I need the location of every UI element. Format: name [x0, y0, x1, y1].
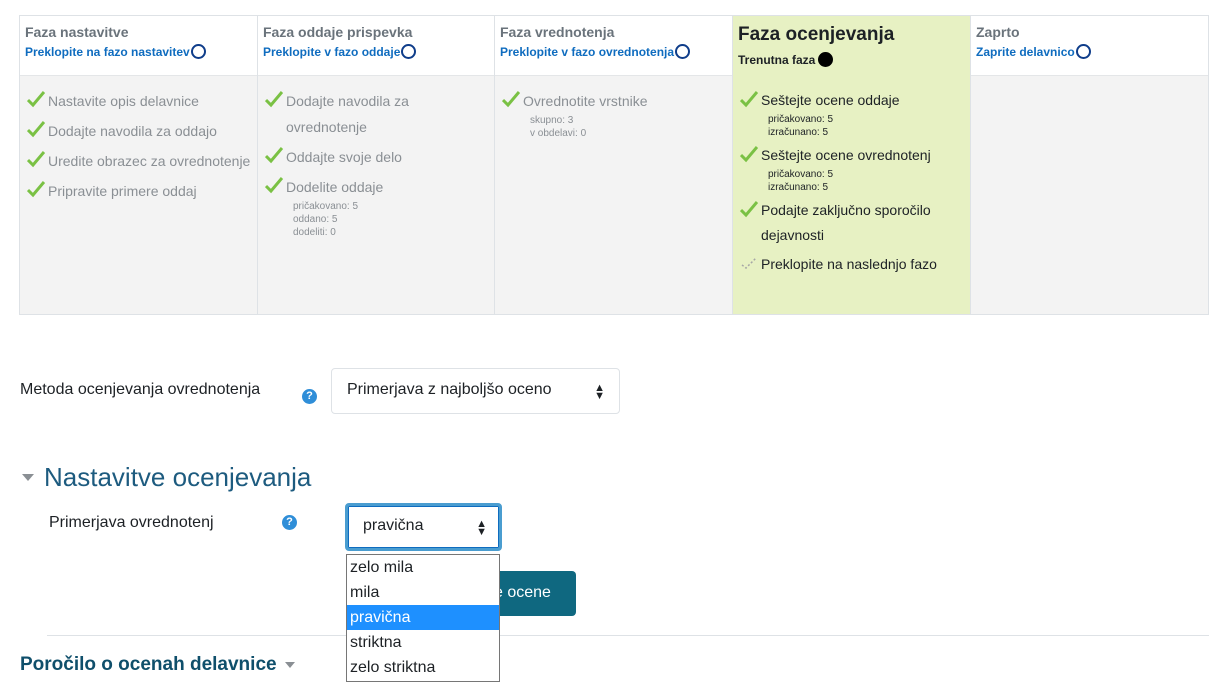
section-title[interactable]: Nastavitve ocenjevanja [44, 462, 311, 493]
task-info: pričakovano: 5 izračunano: 5 [768, 114, 834, 138]
workshop-phases-table: Faza nastavitve Preklopite na fazo nasta… [19, 15, 1209, 315]
comparison-dropdown-list[interactable]: zelo mila mila pravična striktna zelo st… [346, 554, 500, 682]
switch-to-setup-link[interactable]: Preklopite na fazo nastavitev [25, 44, 252, 59]
task-item: Dodajte navodila za ovrednotenje [263, 88, 489, 140]
current-phase-dot-icon [818, 52, 834, 67]
task-item: Seštejte ocene oddaje pričakovano: 5 izr… [738, 88, 965, 139]
check-icon [740, 146, 758, 163]
check-icon [27, 181, 45, 198]
check-icon [27, 151, 45, 168]
comparison-select[interactable]: pravična ▲ ▼ [345, 503, 502, 551]
task-info: pričakovano: 5 izračunano: 5 [768, 169, 834, 193]
check-icon [27, 121, 45, 138]
task-item: Seštejte ocene ovrednotenj pričakovano: … [738, 143, 965, 194]
close-workshop-link[interactable]: Zaprite delavnico [976, 44, 1203, 59]
updown-arrows-icon: ▲ ▼ [476, 518, 487, 538]
task-item: Oddajte svoje delo [263, 144, 489, 170]
check-icon [265, 147, 283, 164]
current-phase-indicator: Trenutna faza [738, 52, 965, 67]
task-info: skupno: 3 v obdelavi: 0 [530, 115, 587, 139]
phase-assessment: Faza vrednotenja Preklopite v fazo ovred… [495, 16, 733, 314]
phase-switch-circle-icon[interactable] [675, 44, 691, 59]
switch-to-submission-link[interactable]: Preklopite v fazo oddaje [263, 44, 489, 59]
task-item: Pripravite primere oddaj [25, 178, 252, 204]
grades-report-header[interactable]: Poročilo o ocenah delavnice [20, 654, 295, 676]
comparison-label: Primerjava ovrednotenj [49, 514, 214, 531]
phase-switch-circle-icon[interactable] [1075, 44, 1091, 59]
dropdown-option[interactable]: striktna [347, 630, 499, 655]
grading-method-select[interactable]: Primerjava z najboljšo oceno ▲ ▼ [331, 368, 620, 414]
switch-to-assessment-link[interactable]: Preklopite v fazo ovrednotenja [500, 44, 727, 59]
task-info: pričakovano: 5 oddano: 5 dodeliti: 0 [293, 201, 359, 238]
collapse-triangle-icon[interactable] [22, 474, 34, 481]
task-item: Nastavite opis delavnice [25, 88, 252, 114]
check-icon [265, 91, 283, 108]
grading-settings-header[interactable]: Nastavitve ocenjevanja [22, 462, 311, 493]
phase-title: Faza ocenjevanja [738, 24, 895, 45]
phase-switch-circle-icon[interactable] [190, 44, 206, 59]
check-icon [27, 91, 45, 108]
check-icon [740, 91, 758, 108]
task-item: Ovrednotite vrstnike skupno: 3 v obdelav… [500, 88, 727, 140]
check-icon [740, 201, 758, 218]
question-help-icon[interactable]: ? [302, 389, 317, 404]
dropdown-option[interactable]: mila [347, 580, 499, 605]
check-icon [502, 91, 520, 108]
phase-switch-circle-icon[interactable] [401, 44, 417, 59]
phase-setup: Faza nastavitve Preklopite na fazo nasta… [20, 16, 258, 314]
dropdown-option[interactable]: zelo mila [347, 555, 499, 580]
task-item: Podajte zaključno sporočilo dejavnosti [738, 198, 965, 248]
phase-submission: Faza oddaje prispevka Preklopite v fazo … [258, 16, 495, 314]
dropdown-option-selected[interactable]: pravična [347, 605, 499, 630]
pending-check-icon [741, 257, 757, 269]
phase-evaluation: Faza ocenjevanja Trenutna faza Seštejte … [733, 16, 971, 314]
question-help-icon[interactable]: ? [282, 515, 297, 530]
grading-method-label: Metoda ocenjevanja ovrednotenja [20, 381, 261, 398]
phase-closed: Zaprto Zaprite delavnico [971, 16, 1208, 314]
caret-down-icon[interactable] [284, 662, 295, 668]
phase-title: Faza nastavitve [25, 24, 129, 40]
phase-title: Zaprto [976, 24, 1020, 40]
task-item: Preklopite na naslednjo fazo [738, 252, 965, 277]
task-item: Uredite obrazec za ovrednotenje [25, 148, 252, 174]
task-item: Dodelite oddaje pričakovano: 5 oddano: 5… [263, 174, 489, 239]
phase-title: Faza vrednotenja [500, 24, 615, 40]
check-icon [265, 177, 283, 194]
divider [47, 635, 1209, 636]
phase-title: Faza oddaje prispevka [263, 24, 413, 40]
task-item: Dodajte navodila za oddajo [25, 118, 252, 144]
dropdown-option[interactable]: zelo striktna [347, 655, 499, 680]
updown-arrows-icon: ▲ ▼ [594, 382, 605, 402]
